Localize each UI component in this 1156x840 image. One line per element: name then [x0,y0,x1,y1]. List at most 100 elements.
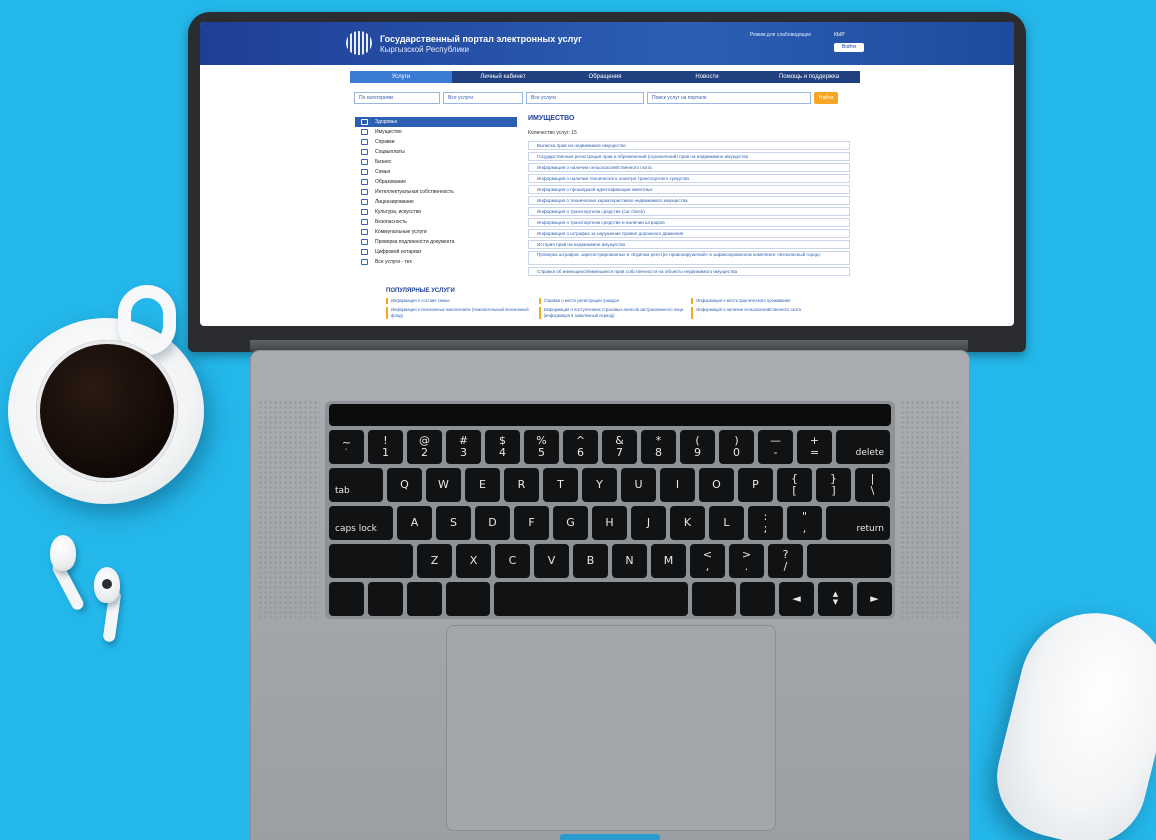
key[interactable]: #3 [446,430,481,464]
accessibility-link[interactable]: Режим для слабовидящих [750,32,811,38]
key[interactable]: V [534,544,569,578]
sidebar-item-health[interactable]: Здоровье [355,117,517,127]
key[interactable]: B [573,544,608,578]
key[interactable]: I [660,468,695,502]
service-item[interactable]: История прав на недвижимое имущество [528,240,850,249]
key[interactable]: >. [729,544,764,578]
option-key[interactable] [407,582,442,616]
popular-item[interactable]: Информация о поступлениях страховых взно… [538,307,684,319]
sidebar-item-property[interactable]: Имущество [355,127,517,137]
key[interactable]: L [709,506,744,540]
key[interactable]: }] [816,468,851,502]
sidebar-item-utilities[interactable]: Коммунальные услуги [355,227,517,237]
sidebar-item-all-services[interactable]: Все услуги - тех [355,257,517,267]
arrow-right-key[interactable]: ► [857,582,892,616]
key[interactable]: ? / [768,544,803,578]
login-button[interactable]: Войти [834,43,864,52]
sidebar-item-certificates[interactable]: Справки [355,137,517,147]
trackpad[interactable] [446,625,776,831]
service-item[interactable]: Справка об имеющихся/имевшихся прав собс… [528,267,850,276]
key[interactable]: K [670,506,705,540]
key[interactable]: R [504,468,539,502]
key[interactable]: :; [748,506,783,540]
sidebar-item-licensing[interactable]: Лицензирование [355,197,517,207]
key[interactable]: — - [758,430,793,464]
service-item[interactable]: Проверка штрафов, зарегистрированных в «… [528,251,850,265]
key[interactable]: $4 [485,430,520,464]
sidebar-item-family[interactable]: Семья [355,167,517,177]
services-select-1[interactable]: Все услуги [443,92,523,104]
key[interactable]: N [612,544,647,578]
service-item[interactable]: Информация о технических характеристиках… [528,196,850,205]
key[interactable]: ^ 6 [563,430,598,464]
fn-key[interactable] [329,582,364,616]
key[interactable]: H [592,506,627,540]
sidebar-item-digital-notary[interactable]: Цифровой нотариат [355,247,517,257]
key[interactable]: E [465,468,500,502]
key[interactable]: U [621,468,656,502]
language-switcher[interactable]: КЫР [834,32,845,38]
tab-news[interactable]: Новости [656,71,758,83]
tab-personal-account[interactable]: Личный кабинет [452,71,554,83]
search-button[interactable]: Найти [814,92,838,104]
sidebar-item-business[interactable]: Бизнес [355,157,517,167]
key[interactable]: & 7 [602,430,637,464]
service-item[interactable]: Выписка прав на недвижимое имущество [528,141,850,150]
key[interactable]: (9 [680,430,715,464]
key[interactable]: O [699,468,734,502]
command-left-key[interactable] [446,582,490,616]
key[interactable]: F [514,506,549,540]
key[interactable]: % 5 [524,430,559,464]
key[interactable]: S [436,506,471,540]
touch-bar[interactable] [329,404,891,426]
key[interactable]: M [651,544,686,578]
search-input[interactable]: Поиск услуг на портале [647,92,811,104]
key[interactable]: T [543,468,578,502]
key[interactable]: A [397,506,432,540]
service-item[interactable]: Информация о наличии сельскохозяйственно… [528,163,850,172]
space-bar[interactable] [494,582,688,616]
sidebar-item-education[interactable]: Образование [355,177,517,187]
services-select-2[interactable]: Все услуги [526,92,644,104]
sidebar-item-security[interactable]: Безопасность [355,217,517,227]
popular-item[interactable]: Справка о месте регистрации граждан [538,298,684,304]
category-select[interactable]: По категориям [354,92,440,104]
sidebar-item-intellectual-property[interactable]: Интеллектуальная собственность [355,187,517,197]
arrow-left-key[interactable]: ◄ [779,582,814,616]
key[interactable]: + = [797,430,832,464]
service-item[interactable]: Информация о штрафах за нарушение правил… [528,229,850,238]
delete-key[interactable]: delete [836,430,890,464]
shift-left-key[interactable] [329,544,413,578]
control-key[interactable] [368,582,403,616]
caps-lock-key[interactable]: caps lock [329,506,393,540]
key[interactable]: W [426,468,461,502]
return-key[interactable]: return [826,506,890,540]
key[interactable]: ~ ` [329,430,364,464]
key[interactable]: | \ [855,468,890,502]
arrow-up-down-key[interactable]: ▲ ▼ [818,582,853,616]
sidebar-item-document-check[interactable]: Проверка подлинности документа [355,237,517,247]
key[interactable]: <, [690,544,725,578]
key[interactable]: J [631,506,666,540]
command-right-key[interactable] [692,582,736,616]
key[interactable]: ", [787,506,822,540]
service-item[interactable]: Информация о транспортном средстве и нал… [528,218,850,227]
key[interactable]: Z [417,544,452,578]
service-item[interactable]: Информация о наличии технического осмотр… [528,174,850,183]
key[interactable]: * 8 [641,430,676,464]
popular-item[interactable]: Информация о месте фактического проживан… [691,298,836,304]
popular-item[interactable]: Информация о пенсионных накоплениях (Нак… [386,307,531,319]
sidebar-item-culture[interactable]: Культура, искусство [355,207,517,217]
sidebar-item-social-payments[interactable]: Соцвыплаты [355,147,517,157]
key[interactable]: ) 0 [719,430,754,464]
service-item[interactable]: Информация о транспортном средстве (car … [528,207,850,216]
tab-key[interactable]: tab [329,468,383,502]
key[interactable]: P [738,468,773,502]
option-right-key[interactable] [740,582,775,616]
shift-right-key[interactable] [807,544,891,578]
service-item[interactable]: Государственная регистрация прав и обрем… [528,152,850,161]
key[interactable]: Y [582,468,617,502]
service-item[interactable]: Информация о прошедшей идентификации жив… [528,185,850,194]
key[interactable]: C [495,544,530,578]
popular-item[interactable]: Информация о составе семьи [386,298,531,304]
